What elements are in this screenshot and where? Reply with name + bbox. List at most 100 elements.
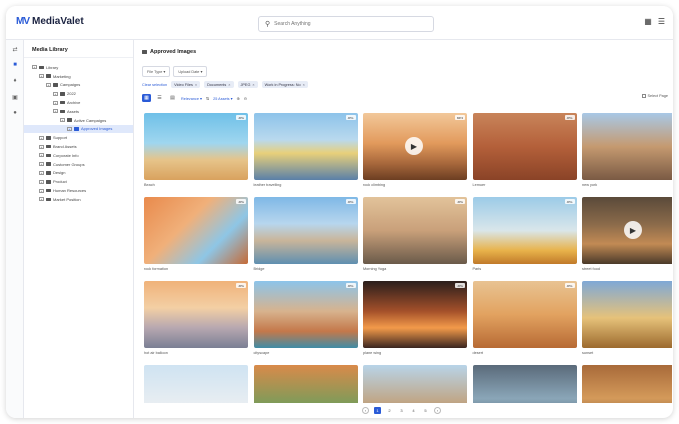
- asset-card[interactable]: JPG plane wing: [363, 281, 467, 355]
- play-icon[interactable]: ▶: [405, 137, 423, 155]
- folder-item[interactable]: + Design: [24, 169, 133, 178]
- asset-card[interactable]: [582, 365, 672, 403]
- logo[interactable]: MV MediaValet: [16, 16, 84, 27]
- asset-thumbnail[interactable]: JPG: [253, 113, 358, 180]
- clear-selection-link[interactable]: Clear selection: [142, 83, 167, 87]
- folder-item[interactable]: + Library: [24, 63, 133, 72]
- asset-thumbnail[interactable]: JPG: [582, 113, 672, 180]
- folder-item[interactable]: + Product: [24, 177, 133, 186]
- library-icon[interactable]: ■: [6, 58, 24, 72]
- asset-card[interactable]: JPG sunset: [582, 281, 672, 355]
- asset-thumbnail[interactable]: [363, 365, 467, 403]
- list-view-icon[interactable]: ☰: [155, 94, 164, 102]
- asset-thumbnail[interactable]: JPG: [472, 113, 577, 180]
- asset-card[interactable]: JPG Bridge: [253, 197, 358, 271]
- asset-thumbnail[interactable]: JPG: [582, 281, 672, 348]
- asset-thumbnail[interactable]: JPG: [253, 197, 358, 264]
- page-button[interactable]: 2: [386, 407, 393, 414]
- play-icon[interactable]: ▶: [624, 221, 642, 239]
- asset-thumbnail[interactable]: [582, 365, 672, 403]
- folder-item[interactable]: + Active Campaigns: [24, 116, 133, 125]
- asset-card[interactable]: MP4 ▶ rock climbing: [363, 113, 467, 187]
- asset-card[interactable]: [253, 365, 358, 403]
- folder-item[interactable]: + Support: [24, 133, 133, 142]
- asset-card[interactable]: MP4▶ street food: [582, 197, 672, 271]
- zoom-out-icon[interactable]: ⊖: [244, 96, 247, 101]
- folder-item[interactable]: + Marketing: [24, 72, 133, 81]
- sort-dropdown[interactable]: Relevance ▾: [181, 96, 202, 101]
- expand-toggle-icon[interactable]: +: [53, 109, 58, 114]
- expand-toggle-icon[interactable]: +: [39, 179, 44, 184]
- folder-item[interactable]: + Archive: [24, 98, 133, 107]
- expand-toggle-icon[interactable]: +: [39, 170, 44, 175]
- remove-chip-icon[interactable]: ×: [303, 83, 305, 87]
- remove-chip-icon[interactable]: ×: [228, 83, 230, 87]
- tag-icon[interactable]: ♦: [6, 74, 24, 88]
- folder-item[interactable]: + Assets: [24, 107, 133, 116]
- asset-thumbnail[interactable]: JPG: [472, 281, 577, 348]
- asset-card[interactable]: [472, 365, 577, 403]
- asset-card[interactable]: JPG leather travelling: [253, 113, 358, 187]
- expand-toggle-icon[interactable]: +: [60, 118, 65, 123]
- prev-page-button[interactable]: ‹: [362, 407, 369, 414]
- asset-card[interactable]: JPG hot air balloon: [144, 281, 248, 355]
- asset-card[interactable]: [144, 365, 248, 403]
- asset-thumbnail[interactable]: JPG: [253, 281, 358, 348]
- filter-dropdown[interactable]: Upload Date ▾: [173, 66, 208, 77]
- asset-card[interactable]: JPG desert: [472, 281, 577, 355]
- asset-card[interactable]: JPG new york: [582, 113, 672, 187]
- asset-card[interactable]: JPG Morning Yoga: [363, 197, 467, 271]
- expand-toggle-icon[interactable]: +: [53, 100, 58, 105]
- search-input[interactable]: [274, 21, 425, 27]
- asset-thumbnail[interactable]: MP4▶: [582, 197, 672, 264]
- expand-toggle-icon[interactable]: +: [67, 126, 72, 131]
- user-icon[interactable]: ●: [6, 106, 24, 120]
- folder-item[interactable]: +2022: [24, 89, 133, 98]
- select-page[interactable]: Select Page: [641, 94, 668, 98]
- expand-icon[interactable]: ⇄: [6, 42, 24, 56]
- page-button[interactable]: 4: [410, 407, 417, 414]
- asset-thumbnail[interactable]: JPG: [363, 197, 467, 264]
- expand-toggle-icon[interactable]: +: [39, 197, 44, 202]
- expand-toggle-icon[interactable]: +: [39, 153, 44, 158]
- asset-thumbnail[interactable]: [472, 365, 577, 403]
- expand-toggle-icon[interactable]: +: [39, 135, 44, 140]
- sort-order-icon[interactable]: ⇅: [206, 96, 209, 101]
- asset-thumbnail[interactable]: JPG: [472, 197, 577, 264]
- asset-thumbnail[interactable]: JPG: [363, 281, 467, 348]
- folder-item[interactable]: + Corporate Info: [24, 151, 133, 160]
- menu-icon[interactable]: ☰: [658, 17, 665, 26]
- select-page-checkbox[interactable]: [641, 94, 646, 98]
- expand-toggle-icon[interactable]: +: [39, 162, 44, 167]
- asset-thumbnail[interactable]: [144, 365, 248, 403]
- folder-item[interactable]: + Market Position: [24, 195, 133, 204]
- expand-toggle-icon[interactable]: +: [39, 144, 44, 149]
- asset-thumbnail[interactable]: [253, 365, 358, 403]
- folder-item[interactable]: + Human Resources: [24, 186, 133, 195]
- asset-thumbnail[interactable]: JPG: [144, 281, 248, 348]
- expand-toggle-icon[interactable]: +: [46, 82, 51, 87]
- asset-card[interactable]: JPG Lemuer: [472, 113, 577, 187]
- asset-thumbnail[interactable]: JPG: [144, 197, 248, 264]
- expand-toggle-icon[interactable]: +: [32, 65, 37, 70]
- page-size-dropdown[interactable]: 25 Assets ▾: [213, 96, 232, 101]
- remove-chip-icon[interactable]: ×: [252, 83, 254, 87]
- folder-item[interactable]: + Brand Assets: [24, 142, 133, 151]
- asset-thumbnail[interactable]: JPG: [144, 113, 248, 180]
- filter-dropdown[interactable]: File Type ▾: [142, 66, 171, 77]
- asset-thumbnail[interactable]: MP4▶: [363, 113, 467, 180]
- grid-view-icon[interactable]: ▦: [142, 94, 151, 102]
- grid-icon[interactable]: ▣: [6, 90, 24, 104]
- remove-chip-icon[interactable]: ×: [195, 83, 197, 87]
- search-box[interactable]: ⚲: [258, 16, 434, 32]
- folder-item[interactable]: + Campaigns: [24, 81, 133, 90]
- expand-toggle-icon[interactable]: +: [53, 91, 58, 96]
- notification-icon[interactable]: ▦: [644, 17, 652, 26]
- folder-item[interactable]: + Customer Groups: [24, 160, 133, 169]
- expand-toggle-icon[interactable]: +: [39, 74, 44, 79]
- asset-card[interactable]: JPG Beach: [144, 113, 248, 187]
- folder-item[interactable]: + Approved Images: [24, 124, 133, 134]
- asset-card[interactable]: JPG Paris: [472, 197, 577, 271]
- asset-card[interactable]: [363, 365, 467, 403]
- detail-view-icon[interactable]: ▤: [168, 94, 177, 102]
